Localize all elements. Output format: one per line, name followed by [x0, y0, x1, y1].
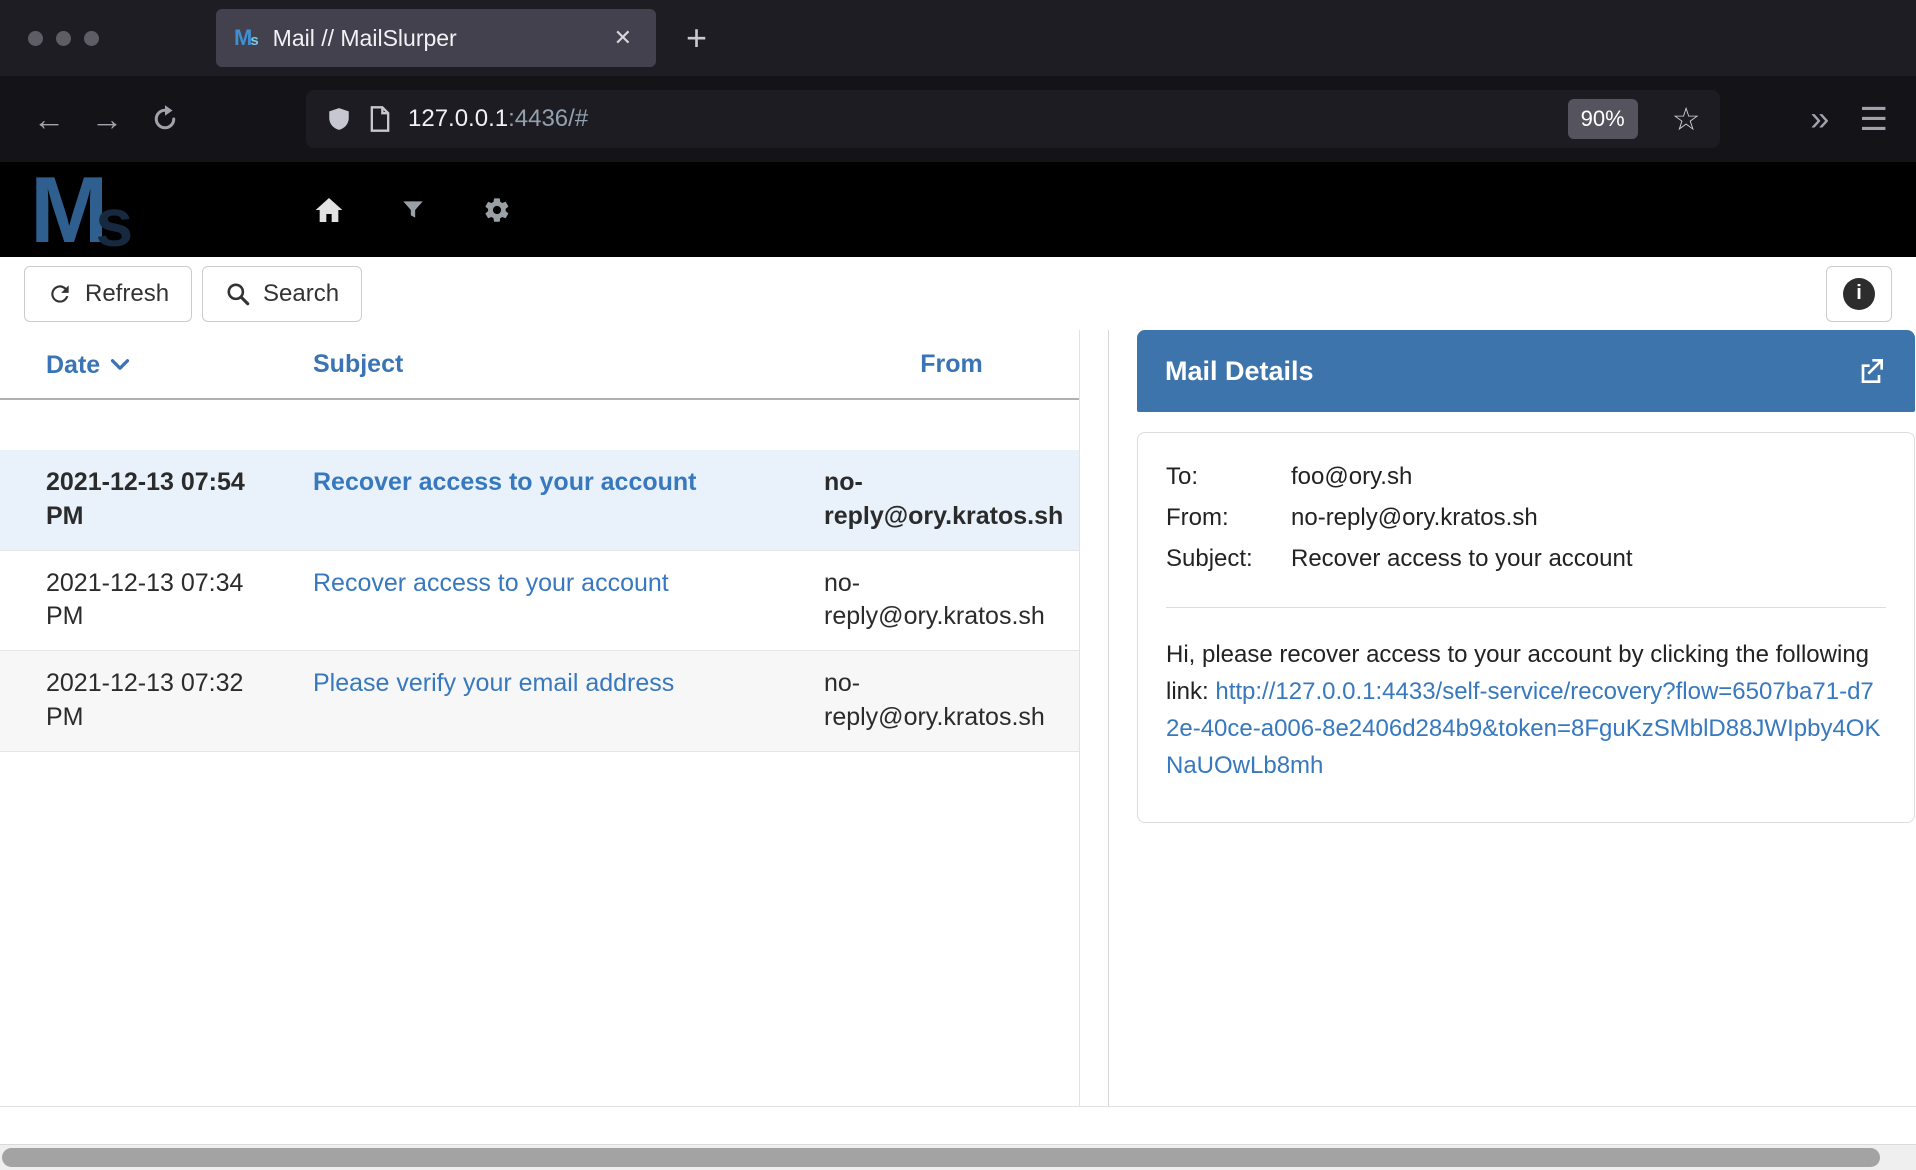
- shield-icon[interactable]: [326, 104, 352, 134]
- tab-close-icon[interactable]: ✕: [608, 21, 638, 55]
- mail-list-body: 2021-12-13 07:54 PM Recover access to yo…: [0, 450, 1079, 752]
- browser-titlebar: Ms Mail // MailSlurper ✕ +: [0, 0, 1916, 76]
- card-divider: [1166, 607, 1886, 608]
- url-bar[interactable]: 127.0.0.1:4436/# 90% ☆: [306, 90, 1720, 148]
- mail-meta: To: foo@ory.sh From: no-reply@ory.kratos…: [1166, 461, 1886, 575]
- settings-gear-icon[interactable]: [479, 192, 515, 228]
- filter-icon[interactable]: [395, 192, 431, 228]
- from-value: no-reply@ory.kratos.sh: [1291, 502, 1886, 533]
- mail-body: Hi, please recover access to your accoun…: [1166, 636, 1886, 785]
- sort-chevron-down-icon: [110, 349, 130, 378]
- column-header-from[interactable]: From: [824, 350, 1079, 379]
- mail-row[interactable]: 2021-12-13 07:32 PM Please verify your e…: [0, 651, 1079, 752]
- panel-divider: [1080, 330, 1137, 1106]
- mail-list-header: Date Subject From: [0, 330, 1079, 400]
- info-button[interactable]: i: [1826, 266, 1892, 322]
- horizontal-scrollbar[interactable]: [0, 1144, 1916, 1170]
- mail-details-panel: Mail Details To: foo@ory.sh From: no-rep…: [1137, 330, 1915, 1106]
- hamburger-menu-icon[interactable]: ☰: [1859, 103, 1888, 135]
- mail-from: no-reply@ory.kratos.sh: [824, 667, 1079, 735]
- overflow-chevrons-icon[interactable]: »: [1810, 102, 1829, 136]
- bookmark-star-icon[interactable]: ☆: [1672, 103, 1701, 135]
- browser-window: Ms Mail // MailSlurper ✕ + ← → 127.0.0.1…: [0, 0, 1916, 1170]
- forward-button[interactable]: →: [78, 103, 136, 135]
- mail-subject-link[interactable]: Recover access to your account: [313, 466, 824, 534]
- url-host: 127.0.0.1: [408, 105, 508, 132]
- mail-row[interactable]: 2021-12-13 07:54 PM Recover access to yo…: [0, 450, 1079, 551]
- mail-row[interactable]: 2021-12-13 07:34 PM Recover access to yo…: [0, 551, 1079, 652]
- recovery-link[interactable]: http://127.0.0.1:4433/self-service/recov…: [1166, 678, 1880, 779]
- browser-tab[interactable]: Ms Mail // MailSlurper ✕: [216, 9, 656, 67]
- mail-details-header: Mail Details: [1137, 330, 1915, 412]
- reload-icon: [150, 104, 180, 134]
- open-external-button[interactable]: [1855, 355, 1887, 387]
- window-zoom-dot[interactable]: [84, 31, 99, 46]
- content-bottom-border: [0, 1106, 1916, 1107]
- app-toolbar: Refresh Search i: [0, 257, 1916, 330]
- column-header-subject[interactable]: Subject: [313, 350, 824, 379]
- mail-from: no-reply@ory.kratos.sh: [824, 466, 1079, 534]
- url-text: 127.0.0.1:4436/#: [408, 105, 588, 133]
- window-minimize-dot[interactable]: [56, 31, 71, 46]
- mailslurper-favicon-icon: Ms: [234, 25, 259, 51]
- app-header: M s: [0, 162, 1916, 257]
- page-info-icon: [368, 105, 392, 133]
- subject-label: Subject:: [1166, 543, 1291, 574]
- url-path: :4436/#: [508, 105, 588, 132]
- subject-value: Recover access to your account: [1291, 543, 1886, 574]
- to-value: foo@ory.sh: [1291, 461, 1886, 492]
- mail-date: 2021-12-13 07:34 PM: [0, 567, 313, 635]
- info-icon: i: [1843, 278, 1875, 310]
- refresh-button[interactable]: Refresh: [24, 266, 192, 322]
- window-controls[interactable]: [28, 31, 178, 46]
- horizontal-scrollbar-thumb[interactable]: [2, 1148, 1880, 1167]
- mail-list-panel: Date Subject From 2021-12-13 07:54 PM Re…: [0, 330, 1080, 1106]
- home-icon[interactable]: [311, 192, 347, 228]
- main-content: Date Subject From 2021-12-13 07:54 PM Re…: [0, 330, 1916, 1106]
- browser-navbar: ← → 127.0.0.1:4436/# 90% ☆ » ☰: [0, 76, 1916, 162]
- mail-subject-link[interactable]: Please verify your email address: [313, 667, 824, 735]
- to-label: To:: [1166, 461, 1291, 492]
- reload-button[interactable]: [136, 104, 194, 134]
- from-label: From:: [1166, 502, 1291, 533]
- column-header-date[interactable]: Date: [0, 349, 313, 380]
- refresh-icon: [47, 281, 73, 307]
- zoom-level-badge[interactable]: 90%: [1568, 99, 1638, 139]
- mail-date: 2021-12-13 07:54 PM: [0, 466, 313, 534]
- search-button[interactable]: Search: [202, 266, 362, 322]
- tab-title: Mail // MailSlurper: [273, 25, 608, 52]
- logo-letter-m: M: [30, 171, 103, 248]
- new-tab-button[interactable]: +: [686, 17, 707, 59]
- mail-date: 2021-12-13 07:32 PM: [0, 667, 313, 735]
- mail-from: no-reply@ory.kratos.sh: [824, 567, 1079, 635]
- mail-subject-link[interactable]: Recover access to your account: [313, 567, 824, 635]
- search-icon: [225, 281, 251, 307]
- logo-letter-s: s: [95, 199, 133, 248]
- window-close-dot[interactable]: [28, 31, 43, 46]
- external-link-icon: [1855, 355, 1887, 387]
- mail-details-card: To: foo@ory.sh From: no-reply@ory.kratos…: [1137, 432, 1915, 823]
- mailslurper-logo: M s: [30, 171, 245, 248]
- back-button[interactable]: ←: [20, 103, 78, 135]
- mail-details-title: Mail Details: [1165, 356, 1855, 387]
